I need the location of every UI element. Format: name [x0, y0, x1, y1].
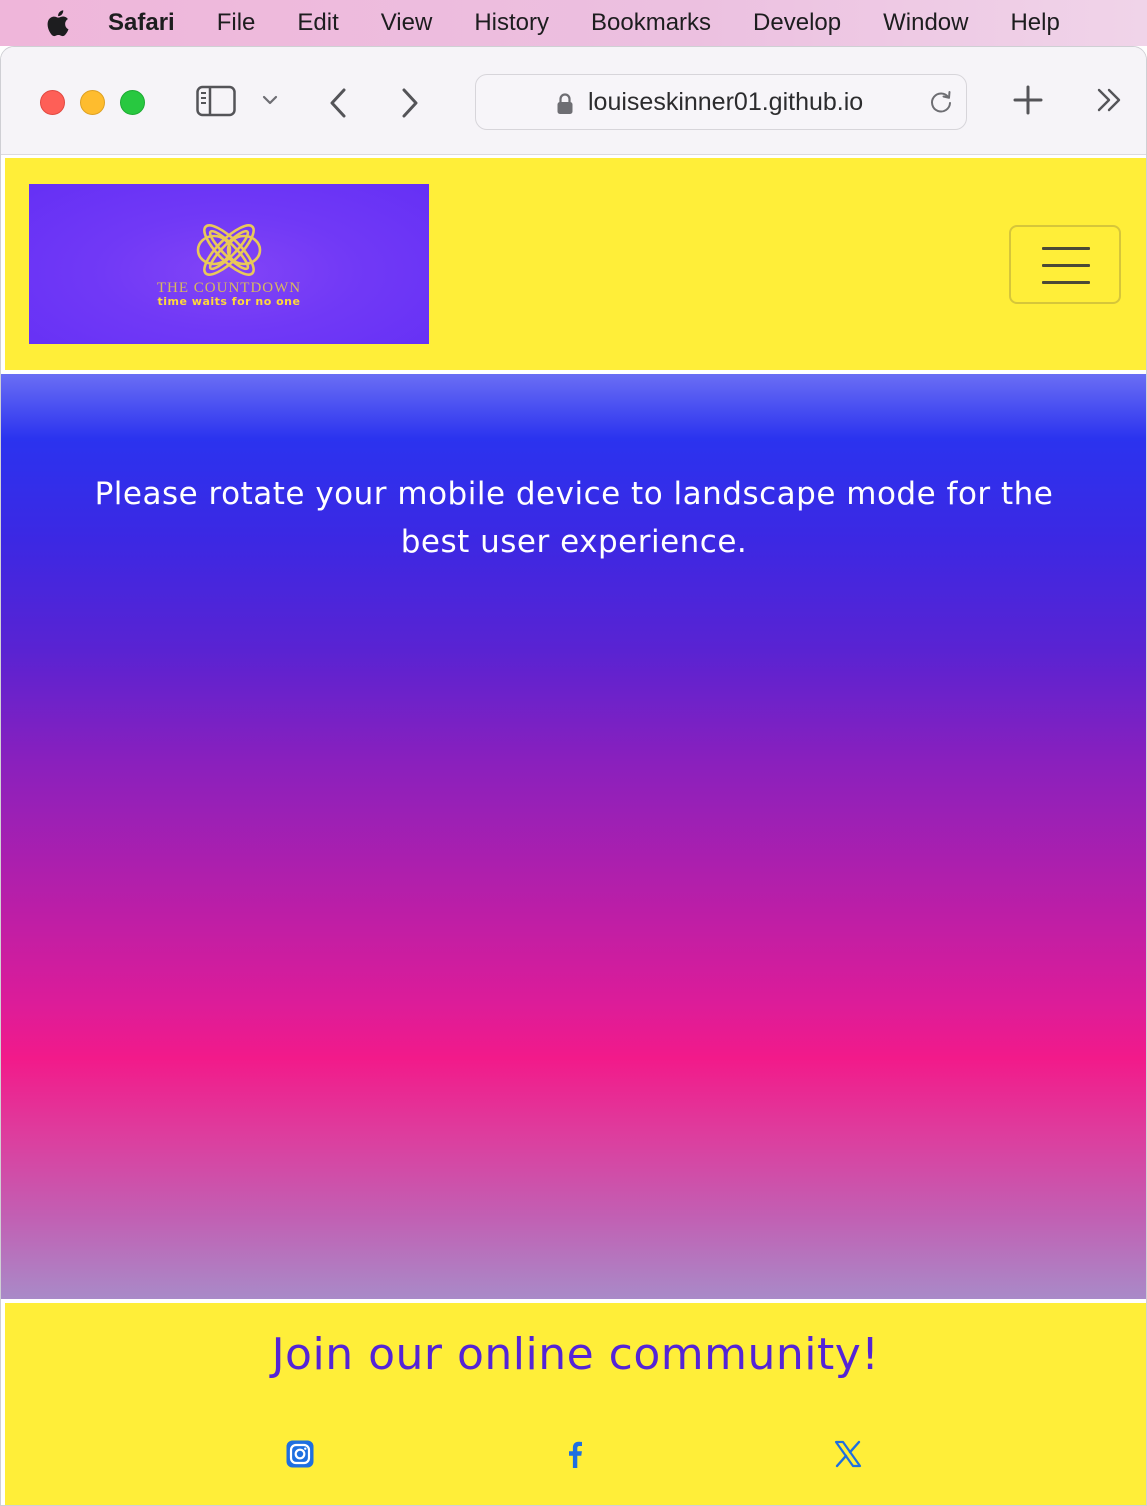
instagram-icon[interactable]: [285, 1439, 315, 1469]
menu-history[interactable]: History: [474, 9, 549, 37]
menu-develop[interactable]: Develop: [753, 9, 841, 37]
reload-icon[interactable]: [928, 88, 954, 116]
menu-view[interactable]: View: [381, 9, 433, 37]
site-footer: Join our online community!: [5, 1303, 1146, 1505]
menu-file[interactable]: File: [217, 9, 256, 37]
menu-safari[interactable]: Safari: [108, 9, 175, 37]
address-bar[interactable]: louiseskinner01.github.io: [475, 74, 967, 130]
hamburger-menu-button[interactable]: [1009, 225, 1121, 304]
back-icon[interactable]: [327, 87, 349, 119]
knot-logo-icon: [196, 224, 262, 276]
menu-edit[interactable]: Edit: [297, 9, 338, 37]
logo-tagline: time waits for no one: [157, 295, 301, 308]
menu-window[interactable]: Window: [883, 9, 968, 37]
chevron-double-right-icon[interactable]: [1095, 87, 1123, 113]
footer-title: Join our online community!: [271, 1329, 880, 1380]
web-page: THE COUNTDOWN time waits for no one Plea…: [1, 155, 1146, 1505]
chevron-down-icon[interactable]: [261, 93, 279, 107]
hamburger-line: [1042, 247, 1090, 250]
macos-menu-bar: Safari File Edit View History Bookmarks …: [0, 0, 1147, 46]
rotate-device-message: Please rotate your mobile device to land…: [94, 476, 1054, 560]
forward-icon[interactable]: [399, 87, 421, 119]
hero-section: Please rotate your mobile device to land…: [1, 374, 1146, 1299]
facebook-icon[interactable]: [560, 1439, 590, 1469]
minimize-window-button[interactable]: [80, 90, 105, 115]
hamburger-line: [1042, 264, 1090, 267]
apple-logo-icon[interactable]: [38, 8, 76, 38]
zoom-window-button[interactable]: [120, 90, 145, 115]
hamburger-line: [1042, 281, 1090, 284]
x-icon[interactable]: [833, 1439, 863, 1469]
url-text[interactable]: louiseskinner01.github.io: [588, 88, 863, 117]
site-logo[interactable]: THE COUNTDOWN time waits for no one: [29, 184, 429, 344]
browser-toolbar: louiseskinner01.github.io: [1, 47, 1146, 155]
new-tab-icon[interactable]: [1013, 85, 1043, 115]
menu-help[interactable]: Help: [1010, 9, 1059, 37]
lock-icon: [557, 93, 573, 114]
close-window-button[interactable]: [40, 90, 65, 115]
site-header: THE COUNTDOWN time waits for no one: [5, 158, 1146, 370]
safari-window: louiseskinner01.github.io THE COUNTDOWN …: [0, 46, 1147, 1506]
menu-bookmarks[interactable]: Bookmarks: [591, 9, 711, 37]
sidebar-toggle-icon[interactable]: [196, 85, 236, 117]
